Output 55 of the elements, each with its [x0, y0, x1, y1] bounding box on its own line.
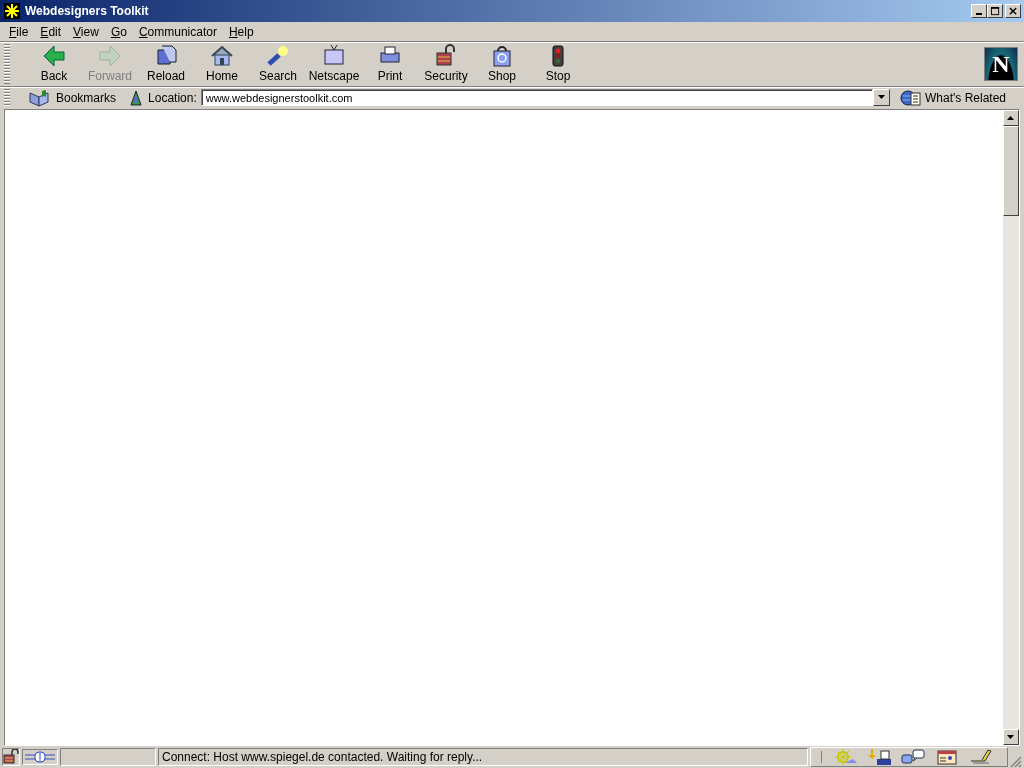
- minimize-button[interactable]: [971, 4, 987, 18]
- status-message: Connect: Host www.spiegel.de contacted. Waiting for reply...: [158, 748, 808, 766]
- globe-document-icon: [900, 88, 922, 107]
- close-icon: [1008, 6, 1018, 16]
- window-title: Webdesigners Toolkit: [25, 4, 150, 18]
- whats-related-button[interactable]: What's Related: [894, 88, 1024, 107]
- menu-item[interactable]: Help: [222, 24, 260, 39]
- reload-button[interactable]: Reload: [138, 44, 194, 84]
- connection-icon: [22, 749, 58, 765]
- vertical-scrollbar[interactable]: [1003, 110, 1019, 745]
- location-icon[interactable]: [128, 88, 145, 107]
- shop-button[interactable]: Shop: [474, 44, 530, 84]
- book-icon: [28, 88, 52, 107]
- flashlight-icon: [266, 44, 290, 68]
- location-label: Location:: [148, 90, 197, 105]
- close-button[interactable]: [1005, 4, 1021, 18]
- menu-item[interactable]: File: [3, 24, 35, 39]
- shopping-bag-icon: [490, 44, 514, 68]
- maximize-button[interactable]: [987, 4, 1003, 18]
- stop-button[interactable]: Stop: [530, 44, 586, 84]
- app-icon: [4, 3, 20, 19]
- toolbar-grip[interactable]: [4, 44, 10, 84]
- pen-icon[interactable]: [969, 749, 993, 765]
- scroll-thumb[interactable]: [1003, 126, 1019, 216]
- url-field[interactable]: www.webdesignerstoolkit.com: [200, 89, 873, 106]
- caret-icon: [877, 95, 886, 100]
- netscape-button[interactable]: Netscape: [306, 44, 362, 84]
- back-arrow-icon: [42, 44, 66, 68]
- forward-arrow-icon: [98, 44, 122, 68]
- toolbar-grip[interactable]: [4, 88, 10, 107]
- down-arrow-icon[interactable]: [1007, 734, 1015, 740]
- minimize-icon: [976, 12, 982, 15]
- padlock-icon[interactable]: [2, 748, 20, 766]
- resize-grip[interactable]: [1010, 756, 1022, 768]
- house-icon: [210, 44, 234, 68]
- menu-item[interactable]: View: [67, 24, 105, 39]
- search-button[interactable]: Search: [250, 44, 306, 84]
- security-button[interactable]: Security: [418, 44, 474, 84]
- logo: N: [984, 47, 1018, 81]
- menu-item[interactable]: Communicator: [132, 24, 223, 39]
- print-button[interactable]: Print: [362, 44, 418, 84]
- tv-icon: [322, 44, 346, 68]
- dropdown-button[interactable]: [873, 89, 890, 106]
- back-button[interactable]: Back: [26, 44, 82, 84]
- bookmarks-button[interactable]: Bookmarks: [18, 88, 121, 107]
- maximize-icon: [990, 6, 1000, 16]
- padlock-icon: [434, 44, 458, 68]
- menu-item[interactable]: Edit: [34, 24, 68, 39]
- address-card-icon[interactable]: [935, 749, 959, 765]
- inbox-icon[interactable]: [867, 749, 891, 765]
- up-arrow-icon[interactable]: [1007, 115, 1015, 121]
- menu-item[interactable]: Go: [104, 24, 133, 39]
- home-button[interactable]: Home: [194, 44, 250, 84]
- chat-bubbles-icon[interactable]: [901, 749, 925, 765]
- reload-icon: [154, 44, 178, 68]
